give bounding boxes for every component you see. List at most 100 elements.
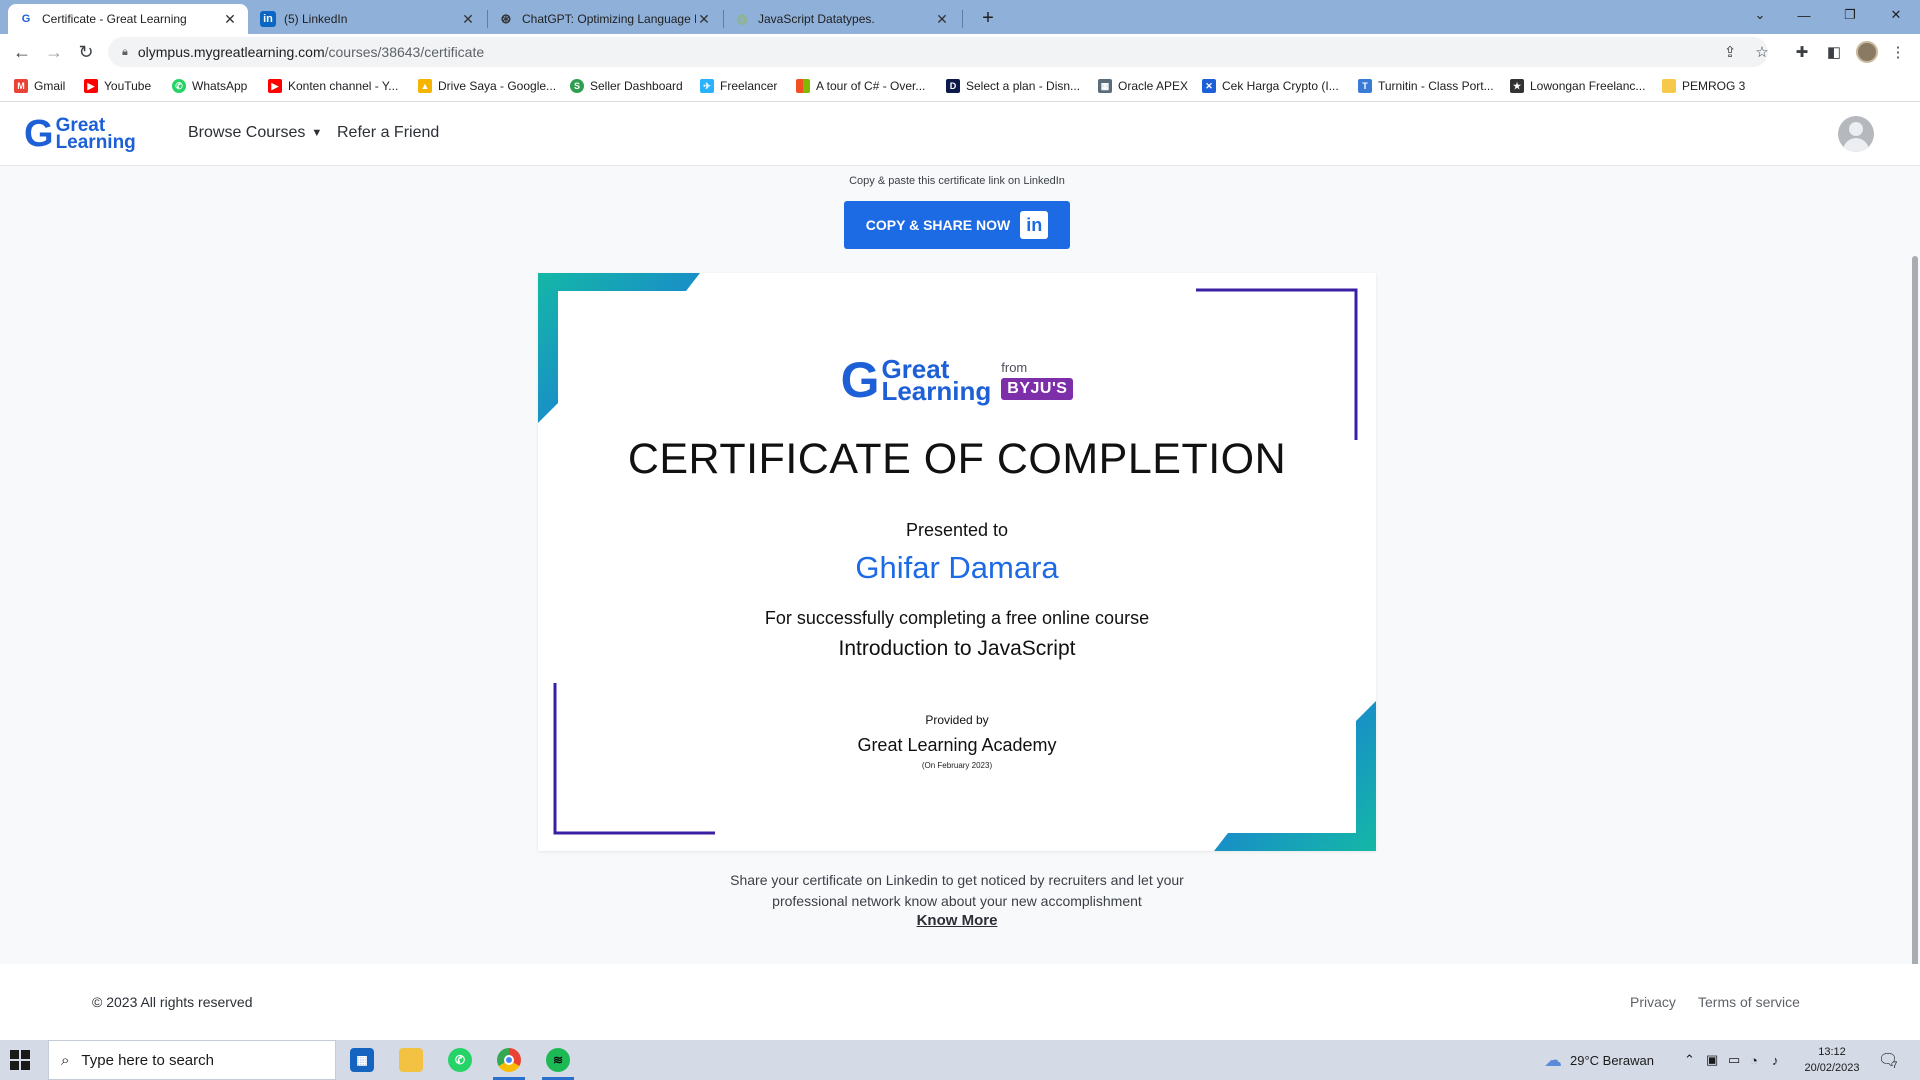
url-path: /courses/38643/certificate [324,44,485,60]
minimize-button[interactable]: — [1782,0,1826,30]
from-label: from [1001,360,1028,375]
chevron-down-icon: ▼ [311,127,323,139]
drive-icon: ▲ [418,79,432,93]
taskbar-chrome[interactable] [489,1044,529,1080]
bookmark-freelancer[interactable]: ✈ Freelancer [700,77,777,95]
address-bar[interactable]: 🔒︎ olympus.mygreatlearning.com /courses/… [108,37,1768,67]
privacy-link[interactable]: Privacy [1630,994,1676,1010]
side-panel-icon[interactable]: ◧ [1822,40,1846,64]
youtube-icon: ▶ [268,79,282,93]
show-hidden-icons-button[interactable]: ⌃ [1684,1040,1695,1080]
bookmark-seller-dashboard[interactable]: S Seller Dashboard [570,77,683,95]
extensions-icon[interactable]: ✚ [1790,40,1814,64]
tab-divider [962,10,963,28]
copy-and-share-button[interactable]: COPY & SHARE NOW in [844,201,1070,249]
menu-icon[interactable]: ⋮ [1886,40,1910,64]
tray-battery-icon[interactable]: ▭ [1728,1040,1740,1080]
weather-widget[interactable]: ☁ 29°C Berawan [1544,1040,1654,1080]
bookmark-oracle-apex[interactable]: ▦ Oracle APEX [1098,77,1188,95]
great-learning-logo[interactable]: G Great Learning [24,114,136,154]
restore-button[interactable]: ❐ [1828,0,1872,30]
forward-icon[interactable]: → [42,40,66,64]
certificate-date: (On February 2023) [921,761,993,770]
microsoft-icon [796,79,810,93]
tab-search-icon[interactable]: ⌄ [1738,0,1782,30]
bookmark-label: Select a plan - Disn... [966,79,1081,93]
tab-title: (5) LinkedIn [284,12,348,26]
tab-chatgpt[interactable]: ⊛ ChatGPT: Optimizing Language M ✕ [488,4,722,34]
taskbar-whatsapp[interactable]: ✆ [440,1044,480,1076]
tab-title: Certificate - Great Learning [42,12,187,26]
clock-time: 13:12 [1818,1046,1846,1058]
close-icon[interactable]: ✕ [696,11,712,27]
avatar-head [1849,122,1863,136]
completion-description: For successfully completing a free onlin… [764,608,1150,628]
bookmark-folder-pemrog[interactable]: PEMROG 3 [1662,77,1745,95]
tab-linkedin[interactable]: in (5) LinkedIn ✕ [250,4,486,34]
bookmark-label: Drive Saya - Google... [438,79,557,93]
bookmark-star-icon[interactable]: ☆ [1750,40,1774,64]
refer-a-friend-link[interactable]: Refer a Friend [337,124,439,142]
bookmark-whatsapp[interactable]: ✆ WhatsApp [172,77,247,95]
tray-volume-icon[interactable]: ♪ [1772,1040,1779,1080]
reload-icon[interactable]: ↻ [74,40,98,64]
back-icon[interactable]: ← [10,40,34,64]
browse-courses-label: Browse Courses [188,124,306,141]
tab-javascript-datatypes[interactable]: ◍ JavaScript Datatypes. ✕ [724,4,960,34]
refer-a-friend-label: Refer a Friend [337,124,440,141]
bookmark-konten-channel[interactable]: ▶ Konten channel - Y... [268,77,398,95]
taskbar-spotify[interactable]: ≋ [538,1044,578,1080]
browser-profile-avatar[interactable] [1856,41,1878,63]
globe-icon: ◍ [736,11,748,26]
bookmark-crypto[interactable]: ✕ Cek Harga Crypto (I... [1202,77,1339,95]
bookmark-label: PEMROG 3 [1682,79,1746,93]
certificate-logo-text: Great Learning [881,356,992,406]
linkedin-icon: in [260,11,276,27]
tab-certificate[interactable]: G Certificate - Great Learning ✕ [8,4,248,34]
close-icon[interactable]: ✕ [934,11,950,27]
battery-icon: ▭ [1728,1052,1741,1067]
tray-meet-icon[interactable]: ▣ [1706,1040,1718,1080]
certificate-logo: G Great Learning from BYJU'S [538,355,1376,405]
share-icon[interactable]: ⇪ [1718,40,1742,64]
notification-center-button[interactable]: 🗨︎ 7 [1878,1040,1898,1080]
bookmark-disney[interactable]: D Select a plan - Disn... [946,77,1080,95]
taskbar-app-store[interactable]: ▦ [342,1044,382,1076]
browse-courses-menu[interactable]: Browse Courses ▼ [188,124,322,142]
new-tab-button[interactable]: + [976,6,1000,30]
logo-text-bottom: Learning [55,132,136,153]
tray-network-icon[interactable]: ◔ [1750,1040,1758,1080]
openai-icon: ⊛ [500,11,512,26]
close-icon[interactable]: ✕ [460,11,476,27]
chevron-up-icon: ⌃ [1684,1052,1695,1067]
avatar-body [1843,138,1869,152]
terms-link[interactable]: Terms of service [1698,994,1800,1010]
chrome-icon [497,1048,521,1072]
bookmark-label: YouTube [104,79,152,93]
bookmark-youtube[interactable]: ▶ YouTube [84,77,151,95]
know-more-link[interactable]: Know More [0,912,1914,929]
certificate-logo-bottom: Learning [881,376,992,406]
great-learning-icon: G [21,13,31,25]
presented-to-label: Presented to [905,520,1009,540]
course-name: Introduction to JavaScript [838,637,1076,660]
taskbar-file-explorer[interactable] [391,1044,431,1076]
notification-count: 7 [1892,1060,1898,1070]
taskbar-search-box[interactable]: ⌕ Type here to search [48,1040,336,1080]
bookmark-drive[interactable]: ▲ Drive Saya - Google... [418,77,556,95]
clock-date: 20/02/2023 [1804,1062,1860,1074]
taskbar-clock[interactable]: 13:12 20/02/2023 [1800,1044,1864,1076]
lock-icon[interactable]: 🔒︎ [122,46,128,59]
bookmark-csharp-tour[interactable]: A tour of C# - Over... [796,77,925,95]
browser-toolbar: ← → ↻ 🔒︎ olympus.mygreatlearning.com /co… [0,34,1920,70]
bookmark-gmail[interactable]: M Gmail [14,77,65,95]
close-window-button[interactable]: ✕ [1874,0,1918,30]
tab-title: ChatGPT: Optimizing Language M [522,12,696,26]
bookmark-turnitin[interactable]: T Turnitin - Class Port... [1358,77,1494,95]
bookmark-lowongan[interactable]: ★ Lowongan Freelanc... [1510,77,1645,95]
user-avatar[interactable] [1838,116,1874,152]
page-scrollbar[interactable] [1912,256,1918,1036]
meet-icon: ▣ [1706,1052,1719,1067]
windows-start-icon[interactable] [10,1050,30,1070]
close-icon[interactable]: ✕ [222,11,238,27]
